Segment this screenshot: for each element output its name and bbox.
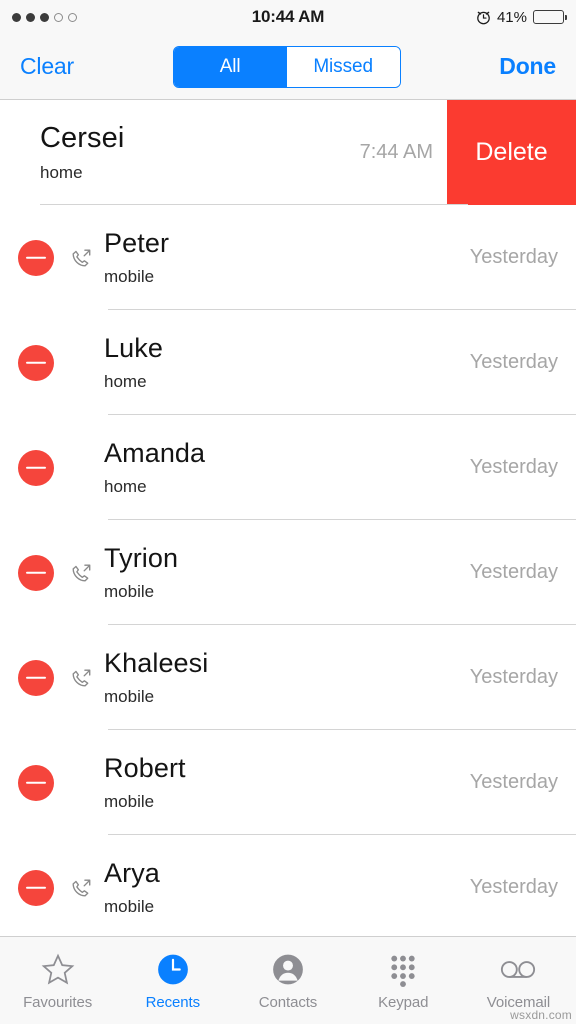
minus-circle-icon[interactable] xyxy=(18,764,54,801)
battery-percentage: 41% xyxy=(496,8,527,26)
minus-circle-icon[interactable] xyxy=(18,659,54,696)
clear-button[interactable]: Clear xyxy=(20,53,74,80)
contact-name: Arya xyxy=(104,858,160,889)
minus-circle-icon[interactable] xyxy=(18,554,54,591)
call-time: Yesterday xyxy=(469,456,558,478)
watermark: wsxdn.com xyxy=(510,1008,572,1022)
contact-label: home xyxy=(104,371,147,391)
minus-circle-icon[interactable] xyxy=(18,344,54,381)
keypad-icon xyxy=(385,951,421,989)
outgoing-call-icon xyxy=(68,562,94,584)
tab-label-contacts: Contacts xyxy=(258,993,318,1011)
minus-circle-icon[interactable] xyxy=(18,869,54,906)
tab-missed[interactable]: Missed xyxy=(286,46,400,87)
table-row[interactable]: Peter mobile Yesterday xyxy=(0,205,576,310)
call-time: Yesterday xyxy=(469,561,558,583)
call-filter-segmented-control[interactable]: All Missed xyxy=(172,45,401,88)
call-time: Yesterday xyxy=(469,666,558,688)
list-item-swiped[interactable]: Cersei home 7:44 AM Delete xyxy=(0,100,576,205)
minus-circle-icon[interactable] xyxy=(18,449,54,486)
contact-name: Amanda xyxy=(104,438,206,469)
contact-label: mobile xyxy=(104,686,155,706)
person-icon xyxy=(270,951,306,989)
delete-button[interactable]: Delete xyxy=(447,100,576,205)
star-icon xyxy=(40,951,76,989)
contact-label: mobile xyxy=(104,791,155,811)
alarm-clock-icon xyxy=(476,10,491,25)
table-row[interactable]: Tyrion mobile Yesterday xyxy=(0,520,576,625)
navigation-bar: Clear All Missed Done xyxy=(0,34,576,100)
contact-name: Tyrion xyxy=(104,543,179,574)
tab-all[interactable]: All xyxy=(173,46,287,87)
tab-bar: Favourites Recents Contacts Keypad Voice… xyxy=(0,936,576,1024)
contact-name: Robert xyxy=(104,753,186,784)
call-time: Yesterday xyxy=(469,351,558,373)
table-row[interactable]: Luke home Yesterday xyxy=(0,310,576,415)
tab-label-keypad: Keypad xyxy=(378,993,429,1011)
contact-label: home xyxy=(104,476,147,496)
tab-contacts[interactable]: Contacts xyxy=(230,937,345,1024)
tab-label-favourites: Favourites xyxy=(23,993,93,1011)
call-time: Yesterday xyxy=(469,246,558,268)
contact-label: mobile xyxy=(104,581,155,601)
done-button[interactable]: Done xyxy=(499,53,556,80)
table-row[interactable]: Robert mobile Yesterday xyxy=(0,730,576,835)
contact-label: home xyxy=(40,162,83,182)
call-time: Yesterday xyxy=(469,771,558,793)
table-row[interactable]: Khaleesi mobile Yesterday xyxy=(0,625,576,730)
battery-icon xyxy=(533,10,567,24)
call-time: Yesterday xyxy=(469,876,558,898)
contact-label: mobile xyxy=(104,266,155,286)
contact-name: Peter xyxy=(104,228,170,259)
status-bar: 10:44 AM 41% xyxy=(0,0,576,34)
tab-favourites[interactable]: Favourites xyxy=(0,937,115,1024)
phone-app-screen: 10:44 AM 41% Clear All Missed Done Cerse… xyxy=(0,0,576,1024)
call-time: 7:44 AM xyxy=(359,141,433,163)
outgoing-call-icon xyxy=(68,877,94,899)
tab-keypad[interactable]: Keypad xyxy=(346,937,461,1024)
clock-icon xyxy=(155,951,191,989)
table-row[interactable]: Arya mobile Yesterday xyxy=(0,835,576,936)
contact-name: Cersei xyxy=(40,122,125,155)
contact-name: Luke xyxy=(104,333,163,364)
table-row[interactable]: Amanda home Yesterday xyxy=(0,415,576,520)
contact-label: mobile xyxy=(104,896,155,916)
minus-circle-icon[interactable] xyxy=(18,239,54,276)
contact-name: Khaleesi xyxy=(104,648,209,679)
tab-label-recents: Recents xyxy=(145,993,200,1011)
tab-recents[interactable]: Recents xyxy=(115,937,230,1024)
recents-call-list[interactable]: Cersei home 7:44 AM Delete Peter mobile Ye… xyxy=(0,100,576,936)
outgoing-call-icon xyxy=(68,247,94,269)
outgoing-call-icon xyxy=(68,667,94,689)
voicemail-icon xyxy=(498,951,538,989)
